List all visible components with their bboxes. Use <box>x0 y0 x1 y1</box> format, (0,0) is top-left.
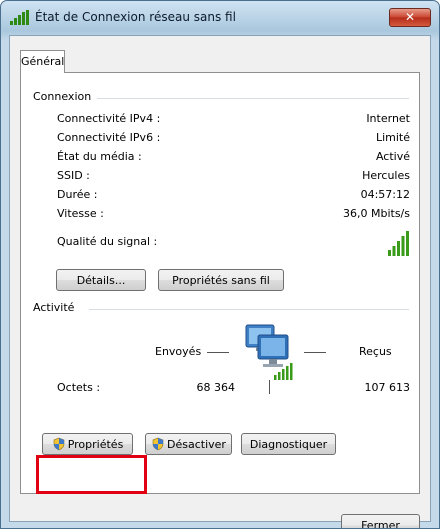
details-button[interactable]: Détails... <box>56 269 146 291</box>
activity-divider <box>269 380 270 394</box>
close-icon: ✕ <box>404 10 416 24</box>
diagnose-button[interactable]: Diagnostiquer <box>241 433 336 455</box>
ipv6-value: Limité <box>375 131 410 144</box>
activite-group-title: Activité <box>33 301 81 314</box>
disable-button[interactable]: Désactiver <box>145 433 232 455</box>
media-state-label: État du média : <box>57 150 142 163</box>
received-label: Reçus <box>359 345 392 358</box>
disable-button-label: Désactiver <box>167 437 226 451</box>
close-button[interactable]: Fermer <box>341 514 420 528</box>
dialog-client-area: Général Connexion Connectivité IPv4 : In… <box>9 35 431 528</box>
info-row-ipv6: Connectivité IPv6 : Limité <box>57 131 410 149</box>
bytes-label: Octets : <box>57 381 101 394</box>
ssid-label: SSID : <box>57 169 90 182</box>
speed-label: Vitesse : <box>57 207 104 220</box>
signal-strength-icon <box>388 231 409 256</box>
info-row-duration: Durée : 04:57:12 <box>57 188 410 206</box>
info-row-signal: Qualité du signal : <box>57 235 410 253</box>
properties-button[interactable]: Propriétés <box>42 433 133 455</box>
received-line <box>304 352 326 353</box>
ssid-value: Hercules <box>362 169 410 182</box>
tab-general[interactable]: Général <box>20 50 65 73</box>
bytes-sent-value: 68 364 <box>196 381 236 394</box>
sent-label: Envoyés <box>155 345 202 358</box>
media-state-value: Activé <box>375 150 410 163</box>
ipv6-label: Connectivité IPv6 : <box>57 131 161 144</box>
sent-line <box>207 352 229 353</box>
activite-group-divider <box>89 309 409 310</box>
title-bar[interactable]: État de Connexion réseau sans fil ✕ <box>1 1 439 35</box>
wireless-signal-icon <box>10 10 29 25</box>
uac-shield-icon <box>152 437 164 451</box>
wireless-properties-button[interactable]: Propriétés sans fil <box>158 269 284 291</box>
connexion-group-title: Connexion <box>33 90 98 103</box>
bytes-received-value: 107 613 <box>364 381 411 394</box>
duration-label: Durée : <box>57 188 98 201</box>
properties-button-label: Propriétés <box>67 437 124 451</box>
tab-panel-general: Connexion Connectivité IPv4 : Internet C… <box>20 72 420 494</box>
info-row-media-state: État du média : Activé <box>57 150 410 168</box>
close-window-button[interactable]: ✕ <box>389 8 431 27</box>
signal-quality-label: Qualité du signal : <box>57 235 158 248</box>
ipv4-label: Connectivité IPv4 : <box>57 112 161 125</box>
connexion-group-divider <box>96 98 409 99</box>
dialog-window: État de Connexion réseau sans fil ✕ Géné… <box>0 0 440 529</box>
network-computers-icon <box>245 324 293 380</box>
ipv4-value: Internet <box>366 112 410 125</box>
uac-shield-icon <box>53 437 65 451</box>
duration-value: 04:57:12 <box>360 188 410 201</box>
info-row-ssid: SSID : Hercules <box>57 169 410 187</box>
info-row-speed: Vitesse : 36,0 Mbits/s <box>57 207 410 225</box>
window-title: État de Connexion réseau sans fil <box>35 10 236 24</box>
speed-value: 36,0 Mbits/s <box>343 207 410 220</box>
info-row-ipv4: Connectivité IPv4 : Internet <box>57 112 410 130</box>
